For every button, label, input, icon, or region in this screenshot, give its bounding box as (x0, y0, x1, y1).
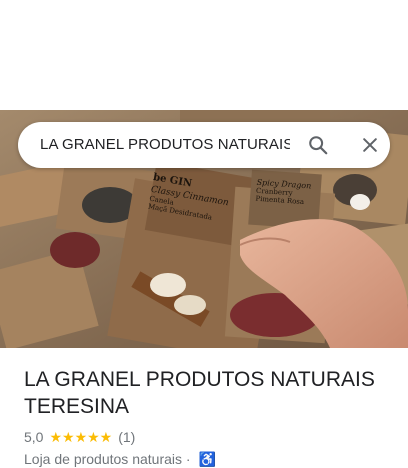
review-count[interactable]: (1) (118, 429, 135, 445)
close-button[interactable] (356, 131, 384, 159)
search-icon (309, 136, 328, 155)
place-category: Loja de produtos naturais · (24, 451, 191, 467)
packet-label-2: Spicy Dragon Cranberry Pimenta Rosa (255, 178, 323, 208)
category-row: Loja de produtos naturais · ♿ (24, 451, 216, 468)
rating-row[interactable]: 5,0 ★★★★★ (1) (24, 428, 135, 446)
place-name: LA GRANEL PRODUTOS NATURAIS TERESINA (24, 368, 375, 418)
close-icon (363, 138, 377, 152)
search-input[interactable]: LA GRANEL PRODUTOS NATURAIS TERESINA (40, 136, 290, 153)
rating-value: 5,0 (24, 429, 44, 445)
search-bar[interactable]: LA GRANEL PRODUTOS NATURAIS TERESINA (18, 122, 390, 168)
star-rating: ★★★★★ (49, 428, 113, 445)
search-button[interactable] (304, 131, 332, 159)
accessibility-icon: ♿ (198, 451, 216, 467)
